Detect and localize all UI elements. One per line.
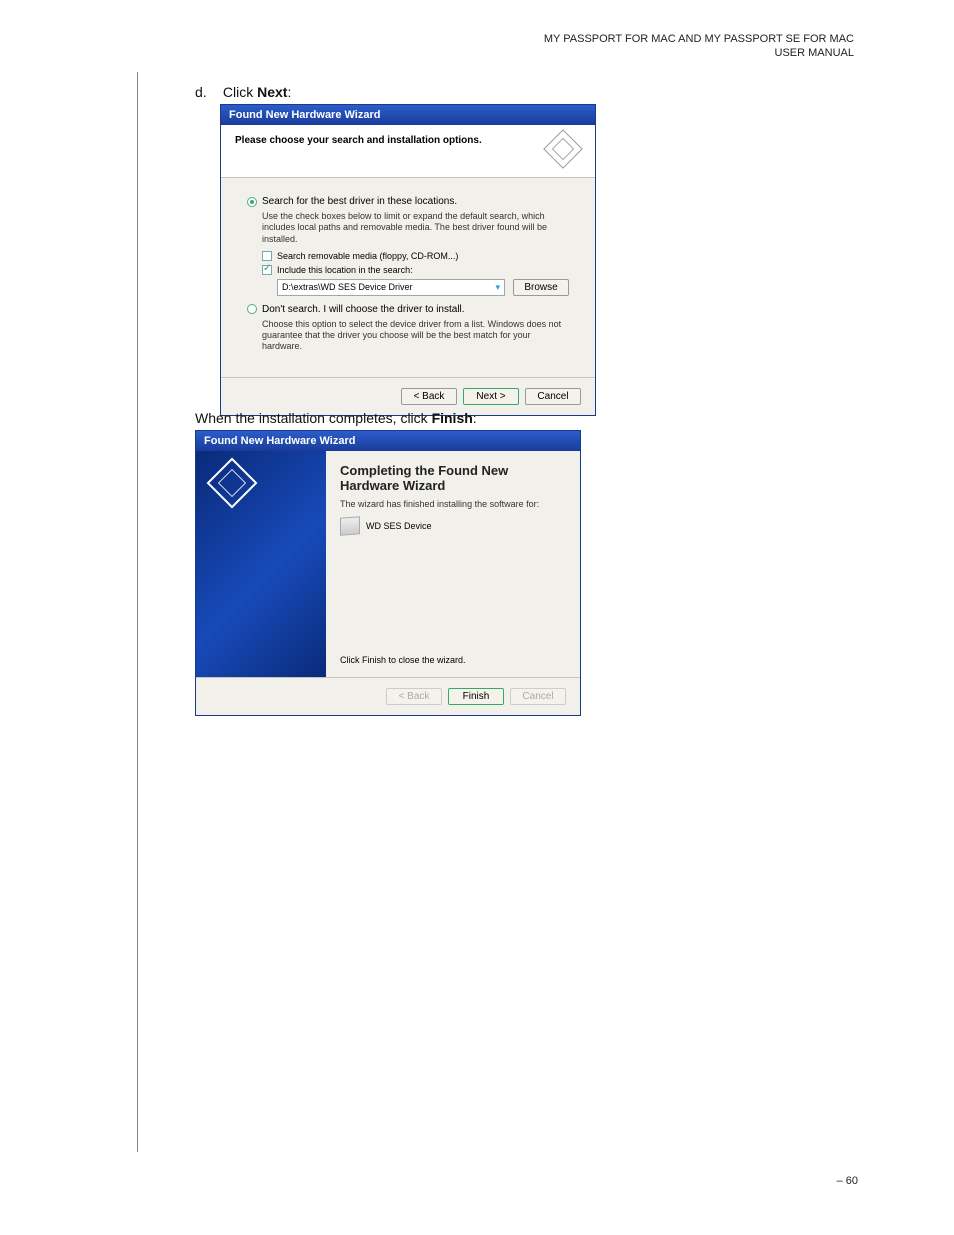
dialog1-titlebar: Found New Hardware Wizard (221, 105, 595, 125)
path-value: D:\extras\WD SES Device Driver (282, 282, 413, 292)
back-button[interactable]: < Back (401, 388, 457, 405)
instr2-prefix: When the installation completes, click (195, 410, 432, 426)
dialog1-subtitle: Please choose your search and installati… (235, 135, 482, 146)
instruction-finish: When the installation completes, click F… (195, 410, 477, 426)
help1: Use the check boxes below to limit or ex… (262, 211, 569, 245)
dialog2-heading: Completing the Found New Hardware Wizard (340, 463, 566, 493)
device-name: WD SES Device (366, 521, 432, 531)
check-include-location[interactable]: Include this location in the search: (262, 265, 569, 275)
hardware-icon (543, 129, 583, 169)
dialog2-sub: The wizard has finished installing the s… (340, 499, 566, 509)
instr2-bold: Finish (432, 410, 473, 426)
dialog1-header: Please choose your search and installati… (221, 125, 595, 178)
step-d: d. Click Next: (195, 84, 291, 100)
radio-icon (247, 197, 257, 207)
cancel-button[interactable]: Cancel (525, 388, 581, 405)
radio-icon (247, 304, 257, 314)
radio2-label: Don't search. I will choose the driver t… (262, 304, 465, 315)
radio-dont-search[interactable]: Don't search. I will choose the driver t… (247, 304, 569, 315)
radio-search-best[interactable]: Search for the best driver in these loca… (247, 196, 569, 207)
help2: Choose this option to select the device … (262, 319, 569, 353)
check2-label: Include this location in the search: (277, 265, 413, 275)
dialog2-titlebar: Found New Hardware Wizard (196, 431, 580, 451)
step-prefix: Click (223, 84, 257, 100)
content-left-rule (137, 72, 138, 1152)
check1-label: Search removable media (floppy, CD-ROM..… (277, 251, 458, 261)
wizard-sidebar (196, 451, 326, 677)
driver-path-input[interactable]: D:\extras\WD SES Device Driver ▾ (277, 279, 505, 296)
step-suffix: : (287, 84, 291, 100)
instr2-suffix: : (473, 410, 477, 426)
dialog2-right: Completing the Found New Hardware Wizard… (326, 451, 580, 677)
checkbox-icon (262, 251, 272, 261)
header-line-2: USER MANUAL (544, 46, 854, 60)
dialog2-close-text: Click Finish to close the wizard. (340, 655, 566, 665)
header-line-1: MY PASSPORT FOR MAC AND MY PASSPORT SE F… (544, 32, 854, 46)
device-icon (340, 516, 360, 535)
next-button[interactable]: Next > (463, 388, 519, 405)
check-removable-media[interactable]: Search removable media (floppy, CD-ROM..… (262, 251, 569, 261)
dialog1-body: Search for the best driver in these loca… (221, 178, 595, 377)
chevron-down-icon[interactable]: ▾ (495, 282, 500, 293)
path-row: D:\extras\WD SES Device Driver ▾ Browse (277, 279, 569, 296)
hardware-icon (207, 458, 258, 509)
dialog2-body: Completing the Found New Hardware Wizard… (196, 451, 580, 677)
device-row: WD SES Device (340, 517, 566, 535)
back-button: < Back (386, 688, 442, 705)
step-marker: d. (195, 84, 219, 100)
dialog2-buttons: < Back Finish Cancel (196, 677, 580, 715)
finish-button[interactable]: Finish (448, 688, 504, 705)
dialog1-buttons: < Back Next > Cancel (221, 377, 595, 415)
page-header: MY PASSPORT FOR MAC AND MY PASSPORT SE F… (544, 32, 854, 61)
page-number: – 60 (837, 1175, 858, 1187)
checkbox-icon (262, 265, 272, 275)
browse-button[interactable]: Browse (513, 279, 569, 296)
wizard-dialog-search: Found New Hardware Wizard Please choose … (220, 104, 596, 416)
wizard-dialog-complete: Found New Hardware Wizard Completing the… (195, 430, 581, 716)
step-bold: Next (257, 84, 287, 100)
radio1-label: Search for the best driver in these loca… (262, 196, 457, 207)
cancel-button: Cancel (510, 688, 566, 705)
